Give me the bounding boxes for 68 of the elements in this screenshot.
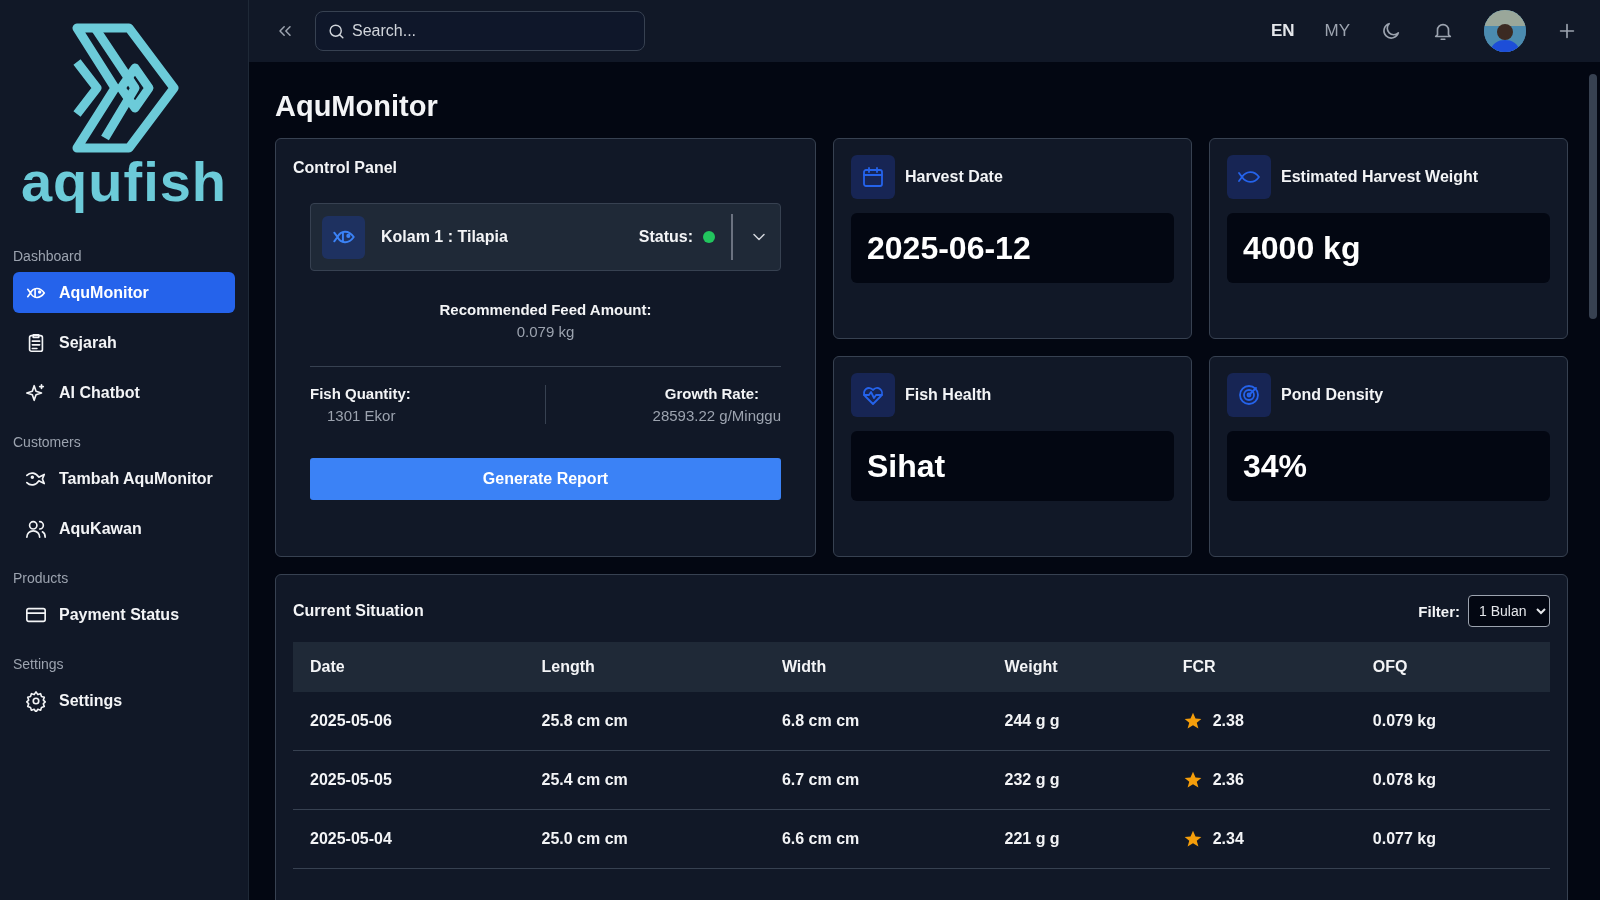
sidebar-item[interactable]: Tambah AquMonitor (13, 458, 235, 499)
sparkles-icon (25, 381, 47, 404)
section-heading: Dashboard (13, 248, 83, 264)
growth-label: Growth Rate: (663, 385, 760, 402)
table-cell: 6.6 cm cm (764, 809, 988, 869)
generate-report-button[interactable]: Generate Report (310, 458, 781, 500)
page-title: AquMonitor (275, 90, 439, 123)
star-icon (1182, 770, 1203, 790)
avatar[interactable] (1484, 10, 1526, 52)
table-cell: 25.8 cm cm (524, 692, 765, 751)
sidebar-item[interactable]: AI Chatbot (13, 372, 235, 413)
filter-dropdown[interactable]: 1 Bulan (1468, 595, 1550, 627)
sidebar-item[interactable]: Payment Status (13, 594, 235, 635)
card-title: Control Panel (293, 159, 398, 177)
table-cell: 6.8 cm cm (764, 692, 988, 751)
section-heading: Products (13, 570, 70, 586)
table-cell: 244 g g (987, 692, 1166, 751)
quantity-value: 1301 Ekor (326, 407, 397, 424)
search-icon (327, 22, 346, 41)
quantity-label: Fish Quantity: (310, 385, 412, 402)
settings-icon (25, 689, 47, 712)
sidebar-item[interactable]: AquMonitor (13, 272, 235, 313)
column-header: OFQ (1355, 642, 1550, 692)
sidebar-item[interactable]: AquKawan (13, 508, 235, 549)
table-cell: 2.34 (1212, 830, 1244, 848)
column-header: Length (524, 642, 765, 692)
growth-value: 28593.22 g/Minggu (651, 407, 781, 424)
stat-title: Fish Health (905, 386, 992, 404)
stat-title: Harvest Date (905, 168, 1003, 186)
table-cell: 2.38 (1212, 712, 1244, 730)
star-icon (1182, 711, 1203, 731)
radar-icon (1237, 383, 1261, 407)
table-cell: 232 g g (987, 750, 1166, 810)
stat-value: 34% (1227, 431, 1550, 501)
pond-selector[interactable]: Kolam 1 : Tilapia Status: (310, 203, 781, 271)
feed-value: 0.079 kg (515, 323, 576, 340)
table-cell: 2025-05-06 (293, 692, 525, 751)
stat-title: Estimated Harvest Weight (1281, 168, 1479, 186)
table-cell: 2025-05-04 (293, 809, 525, 869)
column-header: Width (764, 642, 988, 692)
column-header: Date (293, 642, 525, 692)
language-option[interactable]: MY (1324, 21, 1350, 41)
table-cell: 25.0 cm cm (524, 809, 765, 869)
column-header: Weight (987, 642, 1166, 692)
table-cell: 0.077 kg (1355, 809, 1550, 869)
language-option[interactable]: EN (1270, 21, 1295, 41)
card-title: Current Situation (293, 602, 424, 620)
table-cell: 6.7 cm cm (764, 750, 988, 810)
calendar-icon (861, 165, 885, 189)
feed-label: Recommended Feed Amount: (438, 301, 653, 318)
stat-value: Sihat (851, 431, 1174, 501)
stat-value: 4000 kg (1227, 213, 1550, 283)
star-icon (1182, 829, 1203, 849)
table-cell: 2.36 (1212, 771, 1244, 789)
table-cell: 2025-05-05 (293, 750, 525, 810)
table-cell: 0.079 kg (1355, 692, 1550, 751)
column-header: FCR (1165, 642, 1356, 692)
sidebar-item[interactable]: Settings (13, 680, 235, 721)
section-heading: Customers (13, 434, 82, 450)
table-cell: 221 g g (987, 809, 1166, 869)
filter-label: Filter: (1418, 602, 1460, 620)
stat-title: Pond Density (1281, 386, 1384, 404)
section-heading: Settings (13, 656, 65, 672)
table-cell: 0.078 kg (1355, 750, 1550, 810)
search-field[interactable]: Search... (315, 11, 645, 51)
sidebar-item[interactable]: Sejarah (13, 322, 235, 363)
table-cell: 25.4 cm cm (524, 750, 765, 810)
stat-value: 2025-06-12 (851, 213, 1174, 283)
